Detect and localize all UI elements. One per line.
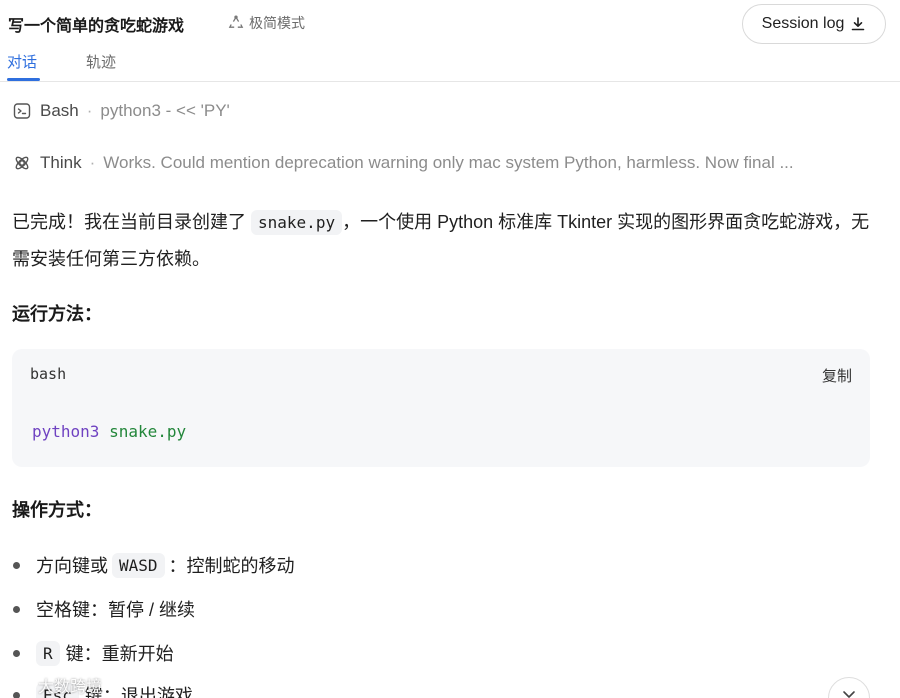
- terminal-icon: [12, 101, 32, 121]
- download-icon: [852, 17, 865, 31]
- code-block: bash 复制 python3 snake.py: [12, 349, 870, 467]
- list-item-text: 方向键或: [36, 556, 108, 576]
- tool-detail: Works. Could mention deprecation warning…: [103, 153, 794, 172]
- brain-icon: [12, 153, 32, 173]
- active-tab-indicator: [7, 78, 40, 81]
- separator-dot: ·: [86, 101, 93, 120]
- session-log-label: Session log: [761, 15, 845, 32]
- list-item-text: 空格键：暂停 / 继续: [36, 600, 196, 620]
- bullet-dot: [13, 561, 20, 569]
- code-line: python3 snake.py: [32, 422, 186, 441]
- list-item: 方向键或 WASD ：控制蛇的移动: [12, 552, 295, 578]
- list-item-text: ：控制蛇的移动: [168, 556, 295, 576]
- minimal-mode-toggle[interactable]: 极简模式: [228, 13, 305, 33]
- tool-call-bash[interactable]: Bash · python3 - << 'PY': [12, 101, 230, 121]
- chevron-down-icon: [843, 691, 855, 698]
- code-command: python3: [32, 422, 100, 441]
- separator-dot: ·: [89, 153, 96, 172]
- minimal-mode-label: 极简模式: [249, 15, 305, 31]
- watermark-text: 大数跨境: [38, 679, 103, 696]
- tool-name: Bash: [40, 101, 79, 120]
- session-log-button[interactable]: Session log: [742, 4, 886, 44]
- tool-detail: python3 - << 'PY': [100, 101, 230, 120]
- conversation-title: 写一个简单的贪吃蛇游戏: [8, 18, 185, 35]
- bullet-dot: [13, 605, 20, 613]
- tab-chat[interactable]: 对话: [7, 51, 37, 72]
- inline-code-filename: snake.py: [251, 210, 343, 235]
- copy-button[interactable]: 复制: [822, 365, 852, 386]
- bullet-dot: [13, 649, 20, 657]
- code-argument: snake.py: [109, 422, 187, 441]
- run-heading: 运行方法：: [12, 304, 102, 324]
- recycle-icon: [228, 15, 244, 28]
- list-item-text: 键：重新开始: [65, 644, 174, 664]
- assistant-message: 已完成！我在当前目录创建了 snake.py ，一个使用 Python 标准库 T…: [12, 204, 872, 278]
- inline-code-key: R: [36, 640, 60, 666]
- scroll-to-bottom-button[interactable]: [828, 677, 870, 698]
- tool-name: Think: [40, 153, 82, 172]
- tool-call-think[interactable]: Think · Works. Could mention deprecation…: [12, 153, 882, 173]
- list-item: R 键：重新开始: [12, 640, 174, 666]
- tab-trace[interactable]: 轨迹: [86, 51, 116, 72]
- watermark-logo-icon: [9, 679, 34, 691]
- code-language: bash: [30, 365, 67, 383]
- watermark: 大数跨境: [8, 673, 102, 697]
- message-text: 已完成！我在当前目录创建了: [12, 212, 246, 232]
- controls-heading: 操作方式：: [12, 500, 102, 520]
- top-header: 写一个简单的贪吃蛇游戏 极简模式 Session log 对话 轨迹: [0, 0, 900, 82]
- list-item: 空格键：暂停 / 继续: [12, 596, 195, 622]
- inline-code-key: WASD: [112, 552, 165, 578]
